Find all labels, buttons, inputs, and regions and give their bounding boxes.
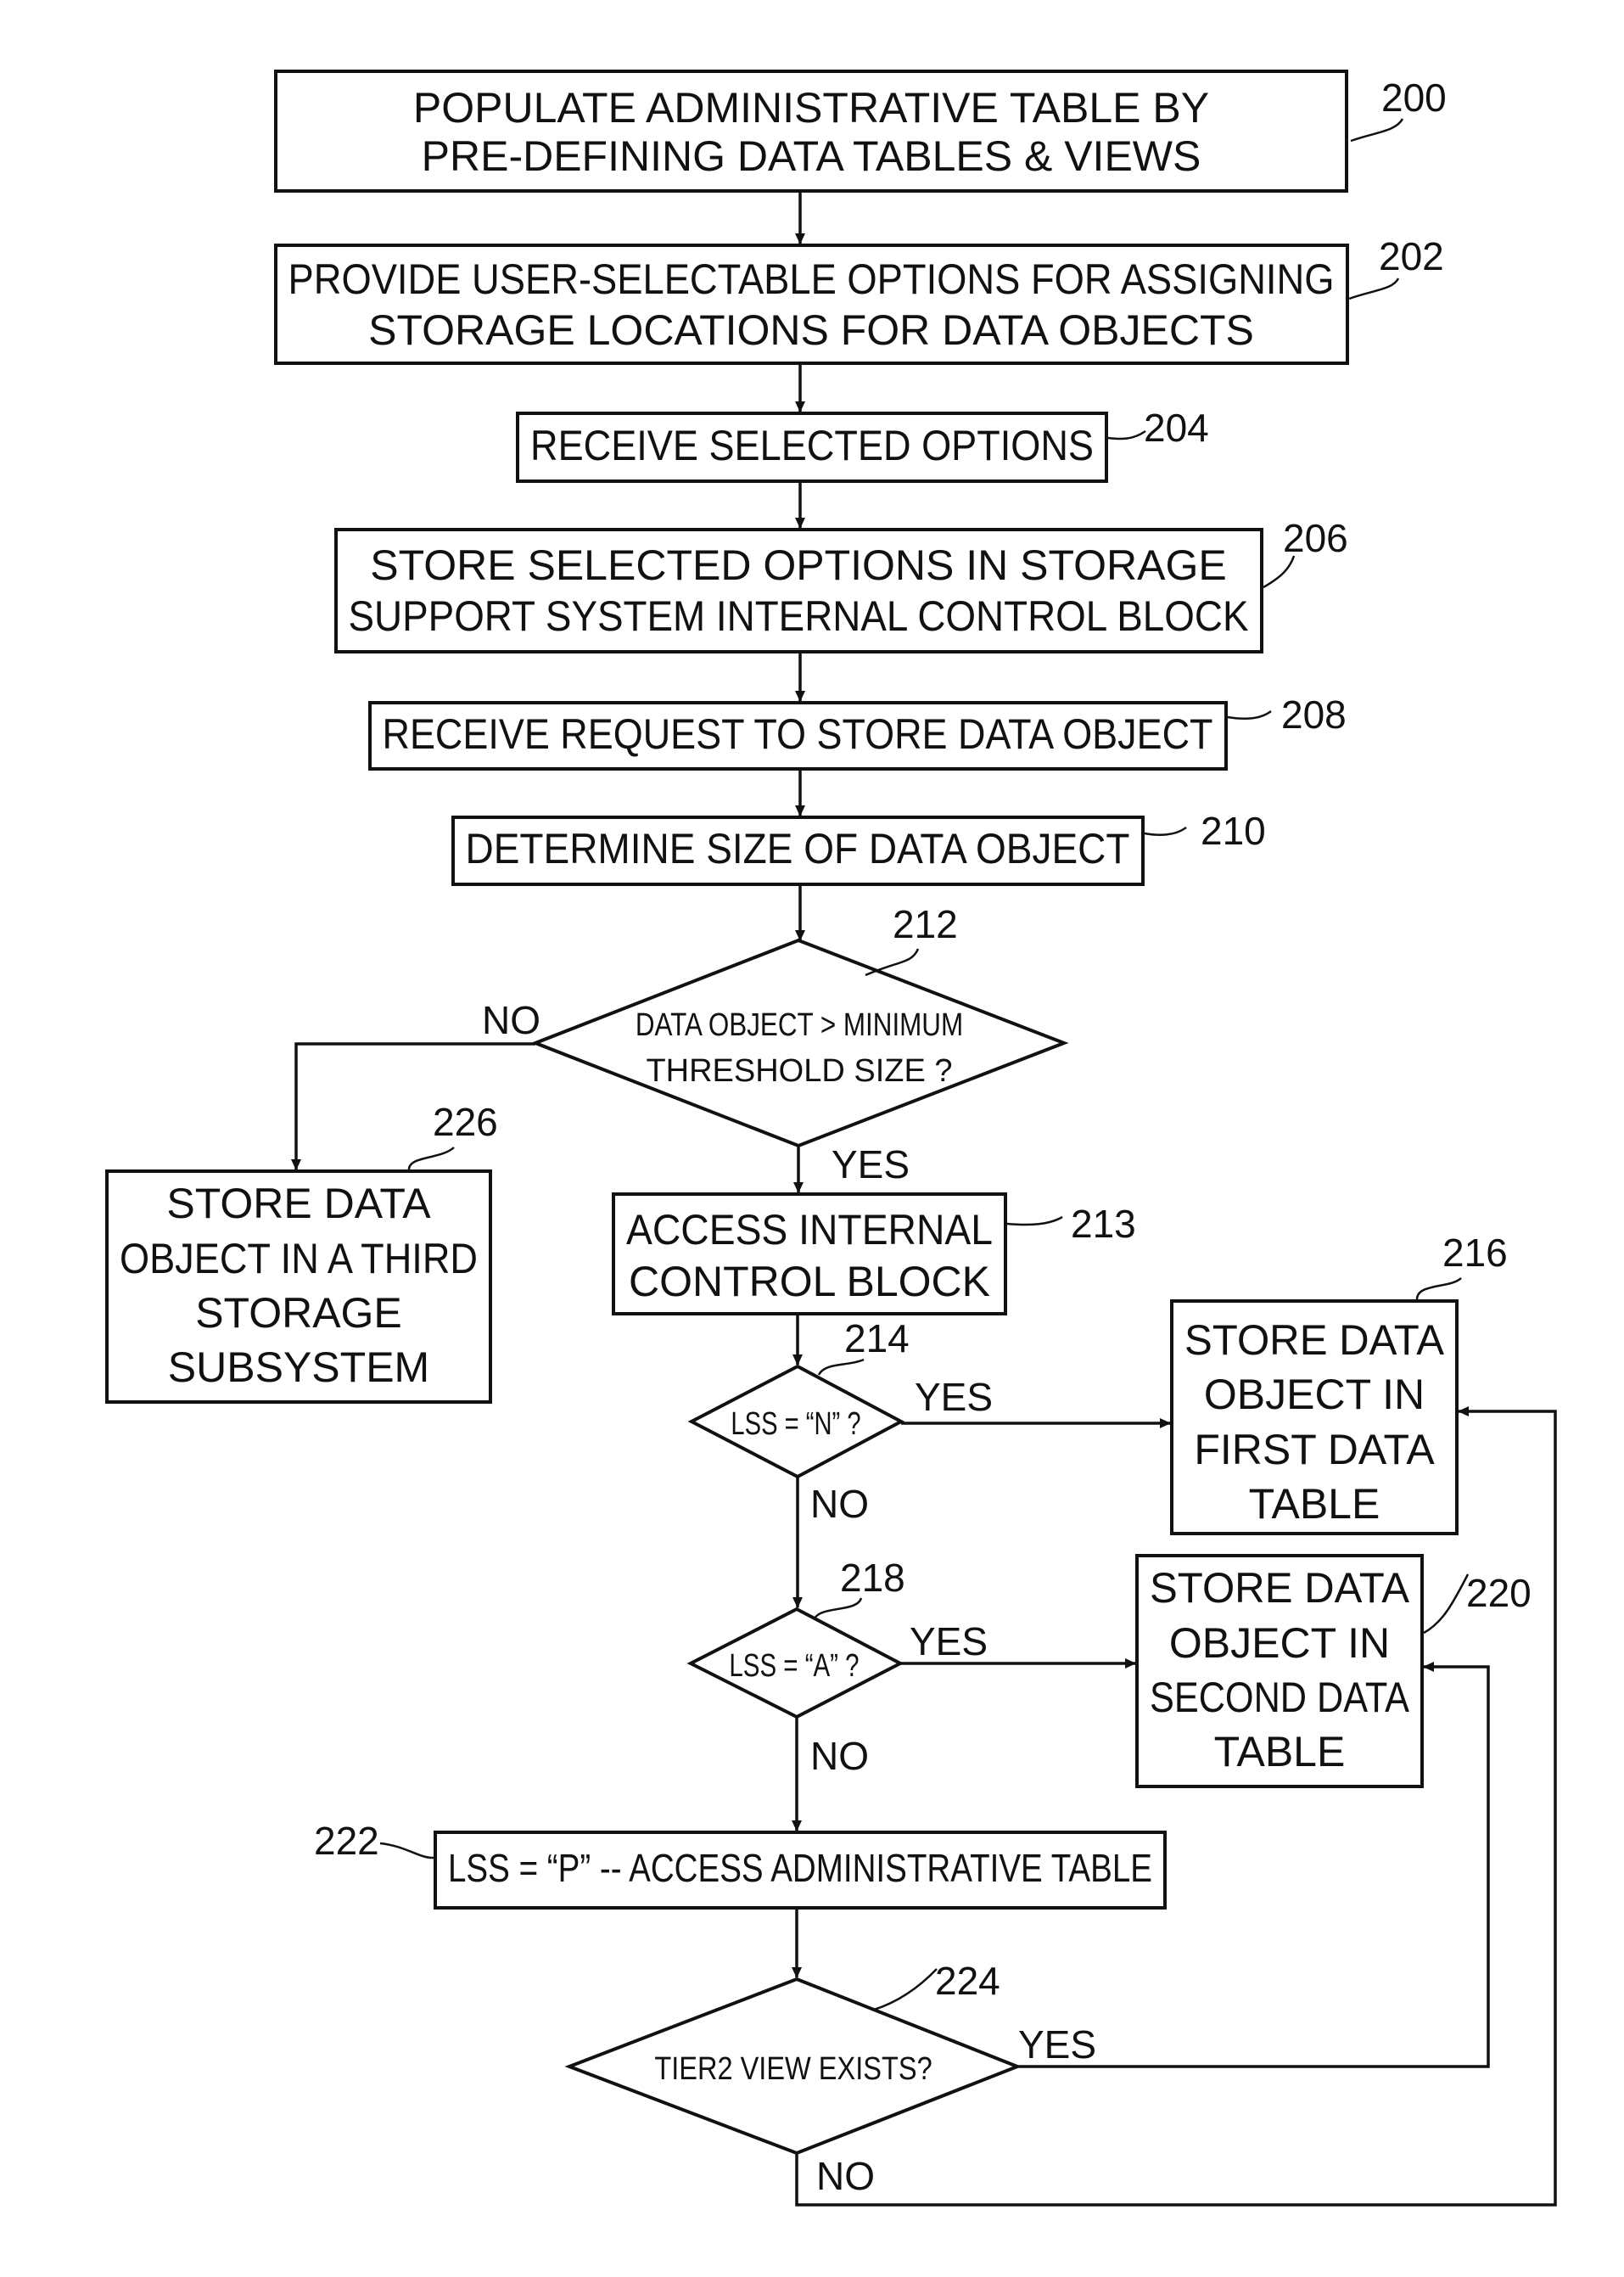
- step-222: LSS = “P” -- ACCESS ADMINISTRATIVE TABLE…: [314, 1819, 1167, 1910]
- ref-label: 222: [314, 1819, 379, 1863]
- step-208: RECEIVE REQUEST TO STORE DATA OBJECT 208: [368, 693, 1347, 771]
- leader-line: [813, 1597, 863, 1619]
- branch-yes-218: YES: [910, 1619, 988, 1663]
- step-210: DETERMINE SIZE OF DATA OBJECT 210: [451, 809, 1266, 886]
- ref-label: 206: [1283, 516, 1348, 560]
- ref-label: 200: [1381, 76, 1447, 120]
- decision-text: LSS = “A” ?: [729, 1648, 859, 1684]
- leader-line: [817, 1358, 865, 1376]
- step-text: FIRST DATA: [1194, 1426, 1435, 1473]
- ref-label: 208: [1281, 693, 1347, 737]
- step-text: RECEIVE REQUEST TO STORE DATA OBJECT: [383, 710, 1213, 758]
- step-206: STORE SELECTED OPTIONS IN STORAGE SUPPOR…: [334, 516, 1348, 653]
- step-text: RECEIVE SELECTED OPTIONS: [530, 422, 1094, 469]
- leader-line: [1227, 709, 1272, 720]
- branch-yes-212: YES: [832, 1142, 910, 1186]
- step-202: PROVIDE USER-SELECTABLE OPTIONS FOR ASSI…: [274, 234, 1444, 365]
- step-text: OBJECT IN: [1204, 1371, 1425, 1418]
- step-204: RECEIVE SELECTED OPTIONS 204: [516, 406, 1209, 483]
- ref-label: 204: [1144, 406, 1209, 450]
- leader-line: [1107, 429, 1146, 440]
- decision-text: DATA OBJECT > MINIMUM: [636, 1007, 963, 1043]
- step-text: ACCESS INTERNAL: [626, 1206, 993, 1253]
- step-text: TABLE: [1249, 1480, 1380, 1528]
- arrow-212-226: [291, 1042, 535, 1170]
- branch-yes-224: YES: [1018, 2022, 1096, 2067]
- ref-label: 220: [1466, 1571, 1532, 1615]
- branch-no-218: NO: [810, 1734, 869, 1778]
- step-text: LSS = “P” -- ACCESS ADMINISTRATIVE TABLE: [448, 1846, 1152, 1890]
- step-text: DETERMINE SIZE OF DATA OBJECT: [466, 825, 1130, 872]
- leader-line: [407, 1147, 455, 1170]
- step-216: STORE DATA OBJECT IN FIRST DATA TABLE 21…: [1170, 1231, 1508, 1535]
- ref-label: 224: [935, 1959, 1000, 2003]
- step-text: POPULATE ADMINISTRATIVE TABLE BY: [413, 84, 1209, 132]
- ref-label: 202: [1379, 234, 1444, 278]
- step-text: STORAGE: [195, 1289, 402, 1337]
- branch-no-214: NO: [810, 1482, 869, 1526]
- decision-text: TIER2 VIEW EXISTS?: [654, 2051, 932, 2087]
- ref-label: 216: [1442, 1231, 1508, 1275]
- branch-no-212: NO: [482, 998, 540, 1042]
- step-213: ACCESS INTERNAL CONTROL BLOCK 213: [612, 1192, 1136, 1315]
- step-text: OBJECT IN: [1169, 1619, 1390, 1667]
- leader-line: [1350, 118, 1404, 143]
- step-200: POPULATE ADMINISTRATIVE TABLE BY PRE-DEF…: [274, 70, 1447, 193]
- branch-yes-214: YES: [915, 1375, 993, 1419]
- step-text: TABLE: [1214, 1728, 1346, 1775]
- decision-224: TIER2 VIEW EXISTS? 224: [564, 1959, 1022, 2156]
- leader-line: [873, 1968, 938, 2011]
- leader-line: [1144, 826, 1187, 836]
- branch-no-224: NO: [816, 2154, 875, 2198]
- leader-line: [1006, 1215, 1063, 1226]
- leader-line: [1348, 278, 1400, 300]
- step-226: STORE DATA OBJECT IN A THIRD STORAGE SUB…: [105, 1100, 498, 1404]
- step-text: STORE DATA: [1150, 1564, 1410, 1612]
- step-text: PROVIDE USER-SELECTABLE OPTIONS FOR ASSI…: [288, 255, 1335, 303]
- flowchart: POPULATE ADMINISTRATIVE TABLE BY PRE-DEF…: [105, 70, 1557, 2207]
- leader-line: [865, 948, 920, 977]
- step-text: PRE-DEFINING DATA TABLES & VIEWS: [422, 132, 1201, 180]
- step-text: STORAGE LOCATIONS FOR DATA OBJECTS: [368, 306, 1254, 354]
- step-text: SUBSYSTEM: [168, 1343, 429, 1391]
- leader-line: [379, 1842, 434, 1859]
- leader-line: [1415, 1277, 1462, 1300]
- step-220: STORE DATA OBJECT IN SECOND DATA TABLE 2…: [1135, 1554, 1532, 1788]
- decision-214: LSS = “N” ? 214: [687, 1316, 910, 1479]
- leader-line: [1263, 555, 1296, 589]
- step-text: STORE SELECTED OPTIONS IN STORAGE: [370, 541, 1226, 589]
- step-text: STORE DATA: [1184, 1316, 1445, 1364]
- ref-label: 226: [433, 1100, 498, 1144]
- ref-label: 214: [844, 1316, 910, 1360]
- step-text: CONTROL BLOCK: [629, 1258, 990, 1305]
- step-text: OBJECT IN A THIRD: [120, 1235, 478, 1282]
- decision-text: LSS = “N” ?: [731, 1406, 860, 1442]
- ref-label: 213: [1071, 1202, 1136, 1246]
- step-text: STORE DATA: [166, 1180, 431, 1227]
- ref-label: 210: [1201, 809, 1266, 853]
- decision-text: THRESHOLD SIZE ?: [646, 1053, 952, 1089]
- ref-label: 218: [840, 1556, 905, 1600]
- leader-line: [1423, 1573, 1470, 1635]
- ref-label: 212: [893, 902, 958, 946]
- step-text: SUPPORT SYSTEM INTERNAL CONTROL BLOCK: [349, 592, 1249, 640]
- step-text: SECOND DATA: [1150, 1674, 1410, 1721]
